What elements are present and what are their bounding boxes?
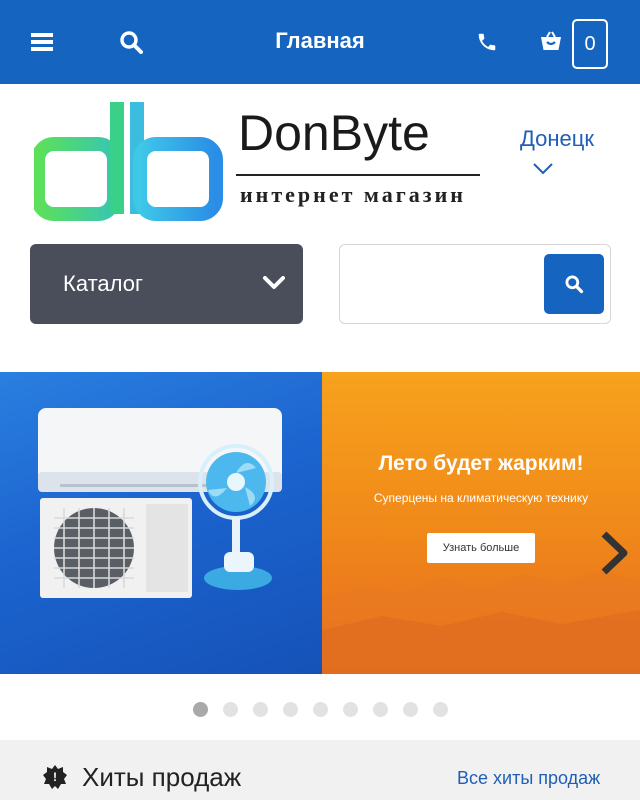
cart-count-badge[interactable]: 0 <box>572 19 608 69</box>
brand-divider <box>236 174 480 176</box>
city-selector[interactable]: Донецк <box>520 126 594 152</box>
promo-banner[interactable]: Лето будет жарким! Суперцены на климатич… <box>0 372 640 674</box>
chevron-right-icon[interactable] <box>596 528 632 578</box>
banner-image-area <box>0 372 322 674</box>
catalog-dropdown[interactable]: Каталог <box>30 244 303 324</box>
phone-icon[interactable] <box>469 24 505 60</box>
banner-subtitle: Суперцены на климатическую технику <box>373 491 589 505</box>
banner-title: Лето будет жарким! <box>378 452 584 475</box>
carousel-dot[interactable] <box>433 702 448 717</box>
brand-subtitle: интернет магазин <box>240 182 466 207</box>
carousel-dot[interactable] <box>403 702 418 717</box>
menu-icon[interactable] <box>24 24 60 60</box>
search-box <box>339 244 611 324</box>
svg-text:!: ! <box>53 770 57 784</box>
carousel-dot[interactable] <box>343 702 358 717</box>
badge-icon: ! <box>42 764 68 795</box>
basket-icon[interactable] <box>533 24 569 60</box>
carousel-dot[interactable] <box>373 702 388 717</box>
catalog-label: Каталог <box>63 271 143 296</box>
search-input[interactable] <box>350 255 540 313</box>
brand-name: DonByte <box>238 105 430 161</box>
carousel-pagination <box>193 702 448 718</box>
carousel-dot[interactable] <box>193 702 208 717</box>
search-button[interactable] <box>544 254 604 314</box>
learn-more-button[interactable]: Узнать больше <box>427 533 535 563</box>
carousel-dot[interactable] <box>283 702 298 717</box>
all-bestsellers-link[interactable]: Все хиты продаж <box>457 768 600 789</box>
chevron-down-icon[interactable] <box>532 162 554 181</box>
carousel-dot[interactable] <box>313 702 328 717</box>
banner-promo-area <box>322 372 640 674</box>
carousel-dot[interactable] <box>223 702 238 717</box>
section-title: Хиты продаж <box>82 762 242 792</box>
search-icon[interactable] <box>113 24 149 60</box>
top-app-bar: Главная 0 <box>0 0 640 84</box>
chevron-down-icon <box>263 276 285 295</box>
air-conditioner-image <box>38 408 282 598</box>
search-icon <box>565 275 584 294</box>
carousel-dot[interactable] <box>253 702 268 717</box>
